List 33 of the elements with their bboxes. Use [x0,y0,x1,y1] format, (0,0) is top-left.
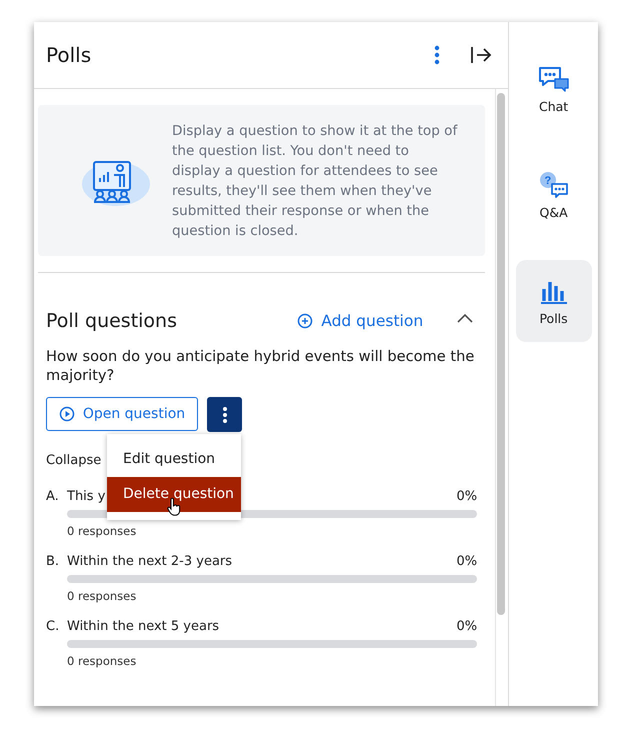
menu-item[interactable]: Delete question [107,477,241,512]
info-text: Display a question to show it at the top of the question list. You don't need to display a question for attendees to see results, they'll see them when they've submitted their response or when the question is closed. [172,122,458,240]
panel-title: Polls [46,43,92,67]
menu-item[interactable]: Edit question [107,442,241,477]
open-question-button[interactable]: Open question [46,397,198,431]
response-count: 0 responses [67,589,138,603]
option-percent: 0% [456,619,478,634]
scrollbar-thumb[interactable] [497,93,506,615]
add-question-button[interactable]: Add question [297,312,424,330]
sidebar-tab[interactable]: Chat [516,48,592,130]
sidebar-tab[interactable]: ? Q&A [516,154,592,236]
option-letter: A. [46,489,60,504]
more-options-button[interactable] [207,397,242,432]
option-letter: C. [46,619,60,634]
option-label: Within the next 5 years [67,619,220,634]
option-percent: 0% [456,489,478,504]
play-icon [58,406,75,422]
response-count: 0 responses [67,654,138,668]
more-options-icon[interactable] [434,45,440,65]
option-letter: B. [46,554,60,569]
option-label: This y [67,489,106,504]
more-options-icon [222,406,228,424]
option-label: Within the next 2-3 years [67,554,232,569]
add-circle-icon [297,313,314,329]
question-text: How soon do you anticipate hybrid events will become the majority? [46,347,476,385]
option-percent: 0% [456,554,478,569]
section-title: Poll questions [46,310,178,332]
chevron-up-icon[interactable] [457,313,474,323]
sidebar-tab[interactable]: Polls [516,260,592,342]
response-count: 0 responses [67,524,138,538]
collapse-label[interactable]: Collapse [46,453,102,468]
collapse-panel-icon[interactable] [470,46,492,64]
chat-bubbles-icon [538,64,570,92]
